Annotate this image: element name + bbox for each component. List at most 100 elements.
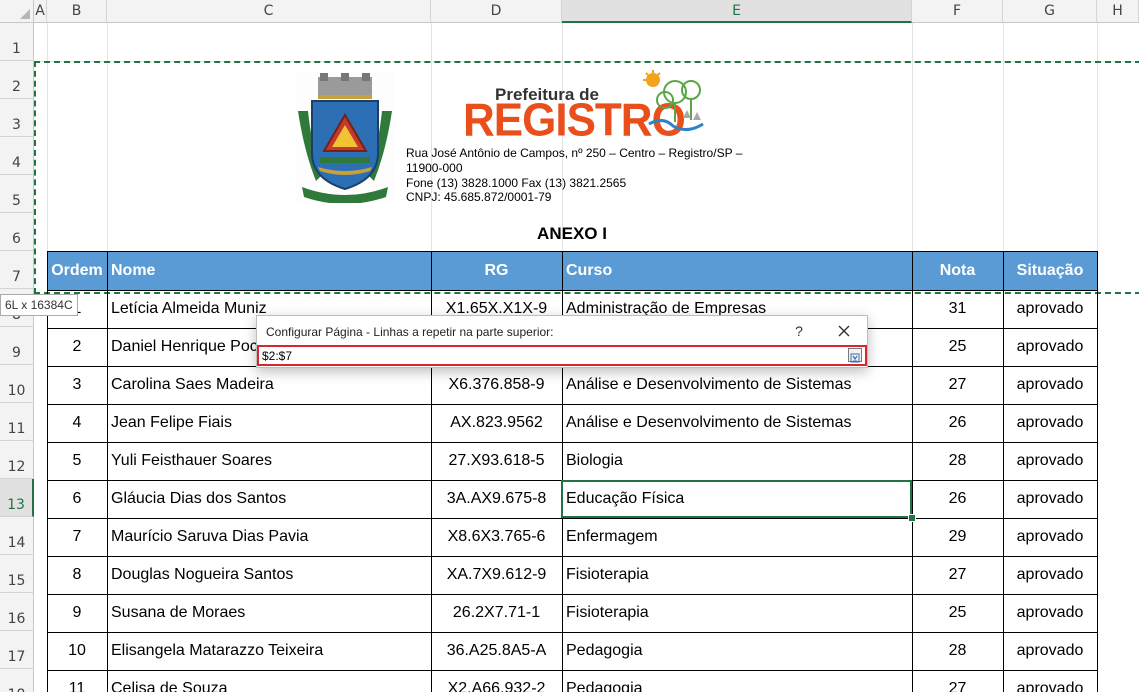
cell-situacao[interactable]: aprovado xyxy=(1003,632,1097,670)
cell-situacao[interactable]: aprovado xyxy=(1003,518,1097,556)
cell-nome[interactable]: Gláucia Dias dos Santos xyxy=(107,480,431,518)
header-curso[interactable]: Curso xyxy=(562,252,912,290)
column-header-f[interactable]: F xyxy=(912,0,1003,23)
row-header-14[interactable]: 14 xyxy=(0,517,34,555)
cell-ordem[interactable]: 9 xyxy=(47,594,107,632)
cell-situacao[interactable]: aprovado xyxy=(1003,404,1097,442)
cell-ordem[interactable]: 5 xyxy=(47,442,107,480)
row-header-13[interactable]: 13 xyxy=(0,479,34,517)
cell-rg[interactable]: AX.823.9562 xyxy=(431,404,562,442)
cell-rg[interactable]: X6.376.858-9 xyxy=(431,366,562,404)
row-header-3[interactable]: 3 xyxy=(0,99,34,137)
row-header-11[interactable]: 11 xyxy=(0,403,34,441)
row-header-7[interactable]: 7 xyxy=(0,251,34,289)
cell-rg[interactable]: 3A.AX9.675-8 xyxy=(431,480,562,518)
column-header-g[interactable]: G xyxy=(1003,0,1097,23)
cell-rg[interactable]: 26.2X7.71-1 xyxy=(431,594,562,632)
cell-ordem[interactable]: 4 xyxy=(47,404,107,442)
row-header-16[interactable]: 16 xyxy=(0,593,34,631)
column-header-h[interactable]: H xyxy=(1097,0,1139,23)
cell-nome[interactable]: Jean Felipe Fiais xyxy=(107,404,431,442)
cell-nome[interactable]: Yuli Feisthauer Soares xyxy=(107,442,431,480)
close-button[interactable] xyxy=(832,319,856,343)
row-header-10[interactable]: 10 xyxy=(0,365,34,403)
cell-ordem[interactable]: 6 xyxy=(47,480,107,518)
cell-ordem[interactable]: 8 xyxy=(47,556,107,594)
cell-situacao[interactable]: aprovado xyxy=(1003,290,1097,328)
cell-nota[interactable]: 25 xyxy=(912,594,1003,632)
column-header-a[interactable]: A xyxy=(34,0,47,23)
cell-nome[interactable]: Elisangela Matarazzo Teixeira xyxy=(107,632,431,670)
column-header-c[interactable]: C xyxy=(107,0,431,23)
cell-ordem[interactable]: 10 xyxy=(47,632,107,670)
cell-curso[interactable]: Pedagogia xyxy=(562,632,912,670)
header-nota[interactable]: Nota xyxy=(912,252,1003,290)
cell-rg[interactable]: 27.X93.618-5 xyxy=(431,442,562,480)
row-header-18[interactable]: 18 xyxy=(0,669,34,692)
cell-rg[interactable]: 36.A25.8A5-A xyxy=(431,632,562,670)
cell-ordem[interactable]: 3 xyxy=(47,366,107,404)
cell-nome[interactable]: Carolina Saes Madeira xyxy=(107,366,431,404)
cell-rg[interactable]: X8.6X3.765-6 xyxy=(431,518,562,556)
row-header-12[interactable]: 12 xyxy=(0,441,34,479)
cell-nota[interactable]: 27 xyxy=(912,670,1003,692)
address-line: Rua José Antônio de Campos, nº 250 – Cen… xyxy=(406,146,743,160)
header-ordem[interactable]: Ordem xyxy=(47,252,107,290)
rows-to-repeat-input[interactable] xyxy=(262,348,847,363)
row-header-2[interactable]: 2 xyxy=(0,61,34,99)
spreadsheet-grid[interactable]: ABCDEFGH 123456789101112131415161718 xyxy=(0,0,1139,692)
active-cell-selection[interactable] xyxy=(561,480,912,518)
cell-nota[interactable]: 26 xyxy=(912,404,1003,442)
cell-nome[interactable]: Douglas Nogueira Santos xyxy=(107,556,431,594)
expand-dialog-button[interactable] xyxy=(848,348,862,363)
cell-ordem[interactable]: 7 xyxy=(47,518,107,556)
cell-situacao[interactable]: aprovado xyxy=(1003,480,1097,518)
cell-rg[interactable]: X2.A66.932-2 xyxy=(431,670,562,692)
cell-situacao[interactable]: aprovado xyxy=(1003,328,1097,366)
fill-handle[interactable] xyxy=(908,514,916,522)
column-header-e[interactable]: E xyxy=(562,0,912,23)
cell-nota[interactable]: 27 xyxy=(912,366,1003,404)
page-setup-collapsed-dialog[interactable]: Configurar Página - Linhas a repetir na … xyxy=(256,315,868,368)
cell-curso[interactable]: Análise e Desenvolvimento de Sistemas xyxy=(562,366,912,404)
cell-nome[interactable]: Celisa de Souza xyxy=(107,670,431,692)
cell-ordem[interactable]: 11 xyxy=(47,670,107,692)
cell-ordem[interactable]: 2 xyxy=(47,328,107,366)
cell-curso[interactable]: Fisioterapia xyxy=(562,594,912,632)
select-all-corner[interactable] xyxy=(0,0,34,23)
column-header-d[interactable]: D xyxy=(431,0,562,23)
cell-curso[interactable]: Biologia xyxy=(562,442,912,480)
cell-nome[interactable]: Susana de Moraes xyxy=(107,594,431,632)
header-situacao[interactable]: Situação xyxy=(1003,252,1097,290)
row-header-15[interactable]: 15 xyxy=(0,555,34,593)
cell-nota[interactable]: 25 xyxy=(912,328,1003,366)
column-header-b[interactable]: B xyxy=(47,0,107,23)
cell-nota[interactable]: 29 xyxy=(912,518,1003,556)
row-header-17[interactable]: 17 xyxy=(0,631,34,669)
cell-curso[interactable]: Pedagogia xyxy=(562,670,912,692)
row-header-6[interactable]: 6 xyxy=(0,213,34,251)
cell-curso[interactable]: Análise e Desenvolvimento de Sistemas xyxy=(562,404,912,442)
cell-curso[interactable]: Enfermagem xyxy=(562,518,912,556)
cell-situacao[interactable]: aprovado xyxy=(1003,594,1097,632)
help-button[interactable]: ? xyxy=(789,319,809,343)
row-header-1[interactable]: 1 xyxy=(0,23,34,61)
cell-nota[interactable]: 27 xyxy=(912,556,1003,594)
row-header-5[interactable]: 5 xyxy=(0,175,34,213)
cell-nome[interactable]: Maurício Saruva Dias Pavia xyxy=(107,518,431,556)
cell-rg[interactable]: XA.7X9.612-9 xyxy=(431,556,562,594)
cell-nota[interactable]: 31 xyxy=(912,290,1003,328)
row-header-4[interactable]: 4 xyxy=(0,137,34,175)
cell-situacao[interactable]: aprovado xyxy=(1003,366,1097,404)
cell-situacao[interactable]: aprovado xyxy=(1003,670,1097,692)
cell-nota[interactable]: 28 xyxy=(912,442,1003,480)
row-header-9[interactable]: 9 xyxy=(0,327,34,365)
cell-situacao[interactable]: aprovado xyxy=(1003,556,1097,594)
table-border xyxy=(47,251,1098,252)
header-nome[interactable]: Nome xyxy=(107,252,431,290)
header-rg[interactable]: RG xyxy=(431,252,562,290)
cell-nota[interactable]: 28 xyxy=(912,632,1003,670)
cell-curso[interactable]: Fisioterapia xyxy=(562,556,912,594)
cell-nota[interactable]: 26 xyxy=(912,480,1003,518)
cell-situacao[interactable]: aprovado xyxy=(1003,442,1097,480)
